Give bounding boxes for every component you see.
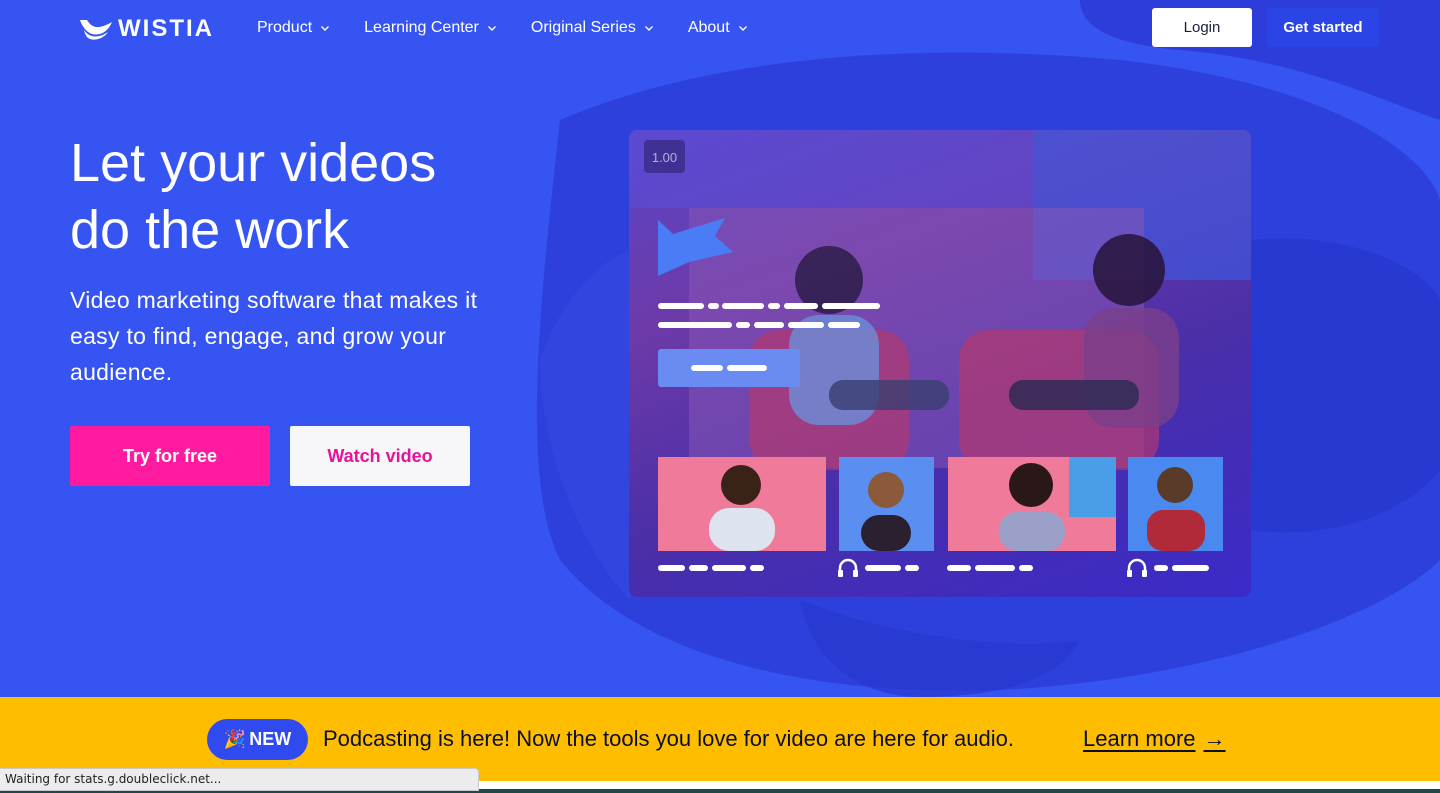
hero-headline: Let your videos do the work bbox=[70, 130, 530, 264]
nav-item-label: Learning Center bbox=[364, 19, 479, 36]
nav-item-label: Product bbox=[257, 19, 313, 36]
nav-item-original-series[interactable]: Original Series bbox=[531, 17, 654, 39]
video-thumbnail-illustration bbox=[629, 130, 1251, 577]
logo-text: WISTIA bbox=[118, 15, 214, 42]
hero-video-player[interactable] bbox=[629, 130, 1251, 597]
arrow-right-icon: → bbox=[1203, 726, 1226, 751]
try-for-free-button[interactable]: Try for free bbox=[70, 426, 270, 486]
new-badge: 🎉 NEW bbox=[207, 719, 308, 760]
main-nav: Product Learning Center Original Series … bbox=[257, 17, 748, 39]
watch-video-button[interactable]: Watch video bbox=[290, 426, 470, 486]
nav-item-learning-center[interactable]: Learning Center bbox=[364, 17, 497, 39]
login-button[interactable]: Login bbox=[1152, 8, 1252, 47]
nav-item-product[interactable]: Product bbox=[257, 17, 330, 39]
hero-subhead: Video marketing software that makes it e… bbox=[70, 287, 478, 385]
playback-speed-indicator[interactable]: 1.00 bbox=[644, 140, 685, 173]
headline-line-1: Let your videos bbox=[70, 133, 437, 193]
nav-item-about[interactable]: About bbox=[688, 17, 748, 39]
nav-item-label: Original Series bbox=[530, 19, 636, 36]
hero-section: WISTIA Product Learning Center Original … bbox=[0, 0, 1440, 697]
banner-message: Podcasting is here! Now the tools you lo… bbox=[323, 726, 1014, 751]
wistia-logo-icon bbox=[80, 20, 112, 40]
chevron-down-icon bbox=[738, 26, 747, 31]
get-started-button[interactable]: Get started bbox=[1267, 8, 1379, 47]
party-popper-icon: 🎉 bbox=[223, 729, 247, 749]
learn-more-label: Learn more bbox=[1083, 726, 1196, 751]
nav-item-label: About bbox=[687, 19, 730, 36]
learn-more-link[interactable]: Learn more → bbox=[1083, 725, 1226, 753]
browser-status-bar: Waiting for stats.g.doubleclick.net... bbox=[0, 768, 479, 791]
chevron-down-icon bbox=[321, 26, 330, 31]
wistia-logo[interactable]: WISTIA bbox=[80, 15, 214, 43]
chevron-down-icon bbox=[644, 26, 653, 31]
chevron-down-icon bbox=[487, 26, 496, 31]
headline-line-2: do the work bbox=[70, 200, 350, 260]
new-badge-label: NEW bbox=[249, 729, 292, 749]
